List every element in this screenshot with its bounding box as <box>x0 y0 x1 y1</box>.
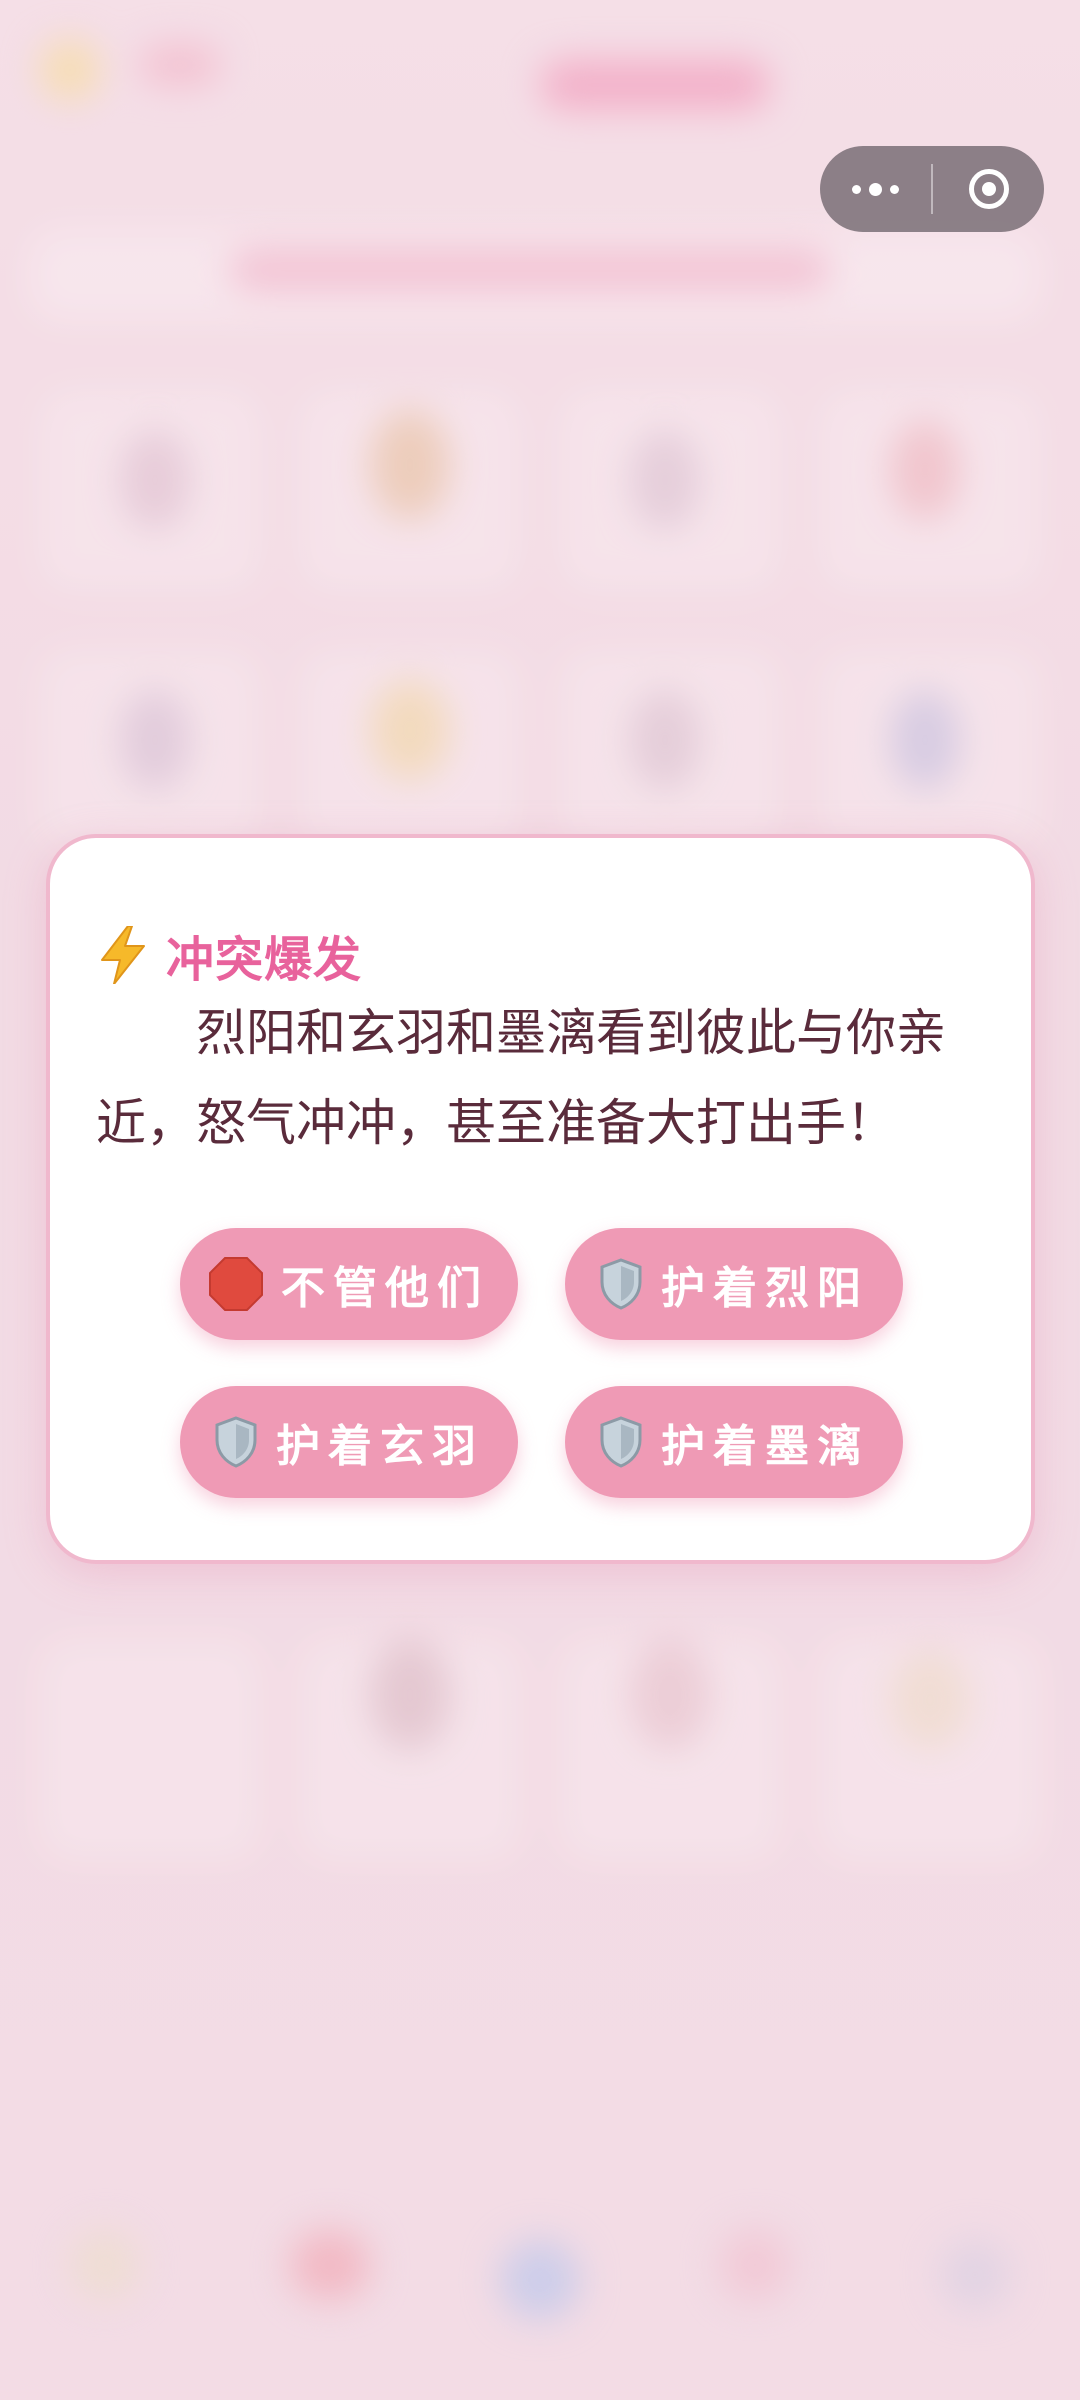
protect-xuanyu-button[interactable]: 护着玄羽 <box>180 1386 518 1498</box>
ignore-them-button[interactable]: 不管他们 <box>180 1228 518 1340</box>
option-label: 护着玄羽 <box>276 1421 484 1472</box>
dialog-title: 冲突爆发 <box>98 920 362 990</box>
dialog-message: 烈阳和玄羽和墨漓看到彼此与你亲近，怒气冲冲，甚至准备大打出手！ <box>96 1004 946 1152</box>
option-label: 不管他们 <box>281 1263 489 1314</box>
ellipsis-icon[interactable] <box>820 146 931 232</box>
dialog-title-text: 冲突爆发 <box>166 932 363 988</box>
lightning-bolt-icon <box>101 926 145 984</box>
option-label: 护着墨漓 <box>661 1421 869 1472</box>
stop-sign-icon <box>209 1257 263 1311</box>
target-circle-icon[interactable] <box>933 146 1044 232</box>
shield-icon <box>215 1416 257 1468</box>
protect-moli-button[interactable]: 护着墨漓 <box>565 1386 903 1498</box>
mini-program-capsule <box>820 146 1044 232</box>
shield-icon <box>600 1258 642 1310</box>
option-label: 护着烈阳 <box>661 1263 869 1314</box>
shield-icon <box>600 1416 642 1468</box>
conflict-dialog: 冲突爆发 烈阳和玄羽和墨漓看到彼此与你亲近，怒气冲冲，甚至准备大打出手！ 不管他… <box>46 834 1035 1564</box>
protect-lieyang-button[interactable]: 护着烈阳 <box>565 1228 903 1340</box>
